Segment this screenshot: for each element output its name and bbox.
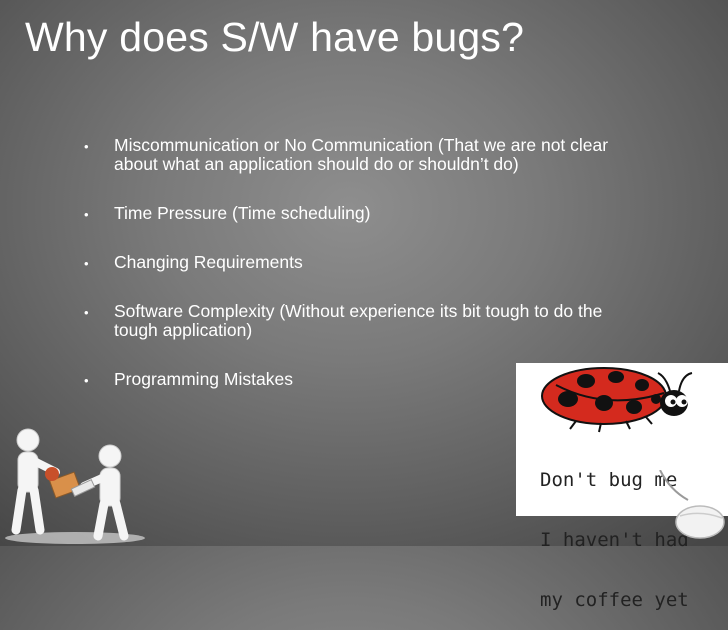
- slide-title: Why does S/W have bugs?: [25, 14, 525, 60]
- bullet-dot: •: [84, 256, 89, 271]
- bullet-dot: •: [84, 305, 89, 320]
- bullet-dot: •: [84, 207, 89, 222]
- bullet-text: Software Complexity (Without experience …: [114, 301, 603, 340]
- bullet-item: • Miscommunication or No Communication (…: [84, 136, 644, 174]
- bullet-dot: •: [84, 139, 89, 154]
- caption-line: my coffee yet: [540, 589, 689, 611]
- bullet-text: Programming Mistakes: [114, 369, 293, 389]
- bullet-item: • Time Pressure (Time scheduling): [84, 204, 644, 223]
- bullet-item: • Software Complexity (Without experienc…: [84, 302, 644, 340]
- bullet-item: • Changing Requirements: [84, 253, 644, 272]
- people-exchanging-package-illustration: [5, 428, 145, 544]
- bullet-dot: •: [84, 373, 89, 388]
- bullet-text: Miscommunication or No Communication (Th…: [114, 135, 609, 174]
- computer-mouse-icon: [659, 470, 725, 539]
- bullet-text: Changing Requirements: [114, 252, 303, 272]
- bullet-text: Time Pressure (Time scheduling): [114, 203, 371, 223]
